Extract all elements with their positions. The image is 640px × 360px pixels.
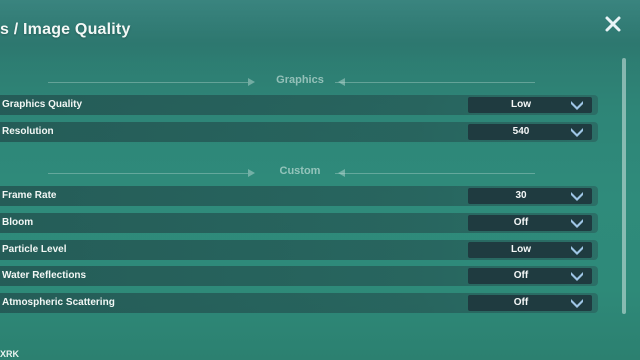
chevron-down-icon [571,192,583,201]
select-value: Low [511,99,531,110]
water-reflections-select[interactable]: Off [468,268,592,284]
select-value: Off [513,217,529,228]
resolution-select[interactable]: 540 [468,124,592,140]
setting-row-bloom: Bloom Off [0,213,598,233]
section-header-custom: Custom [40,165,560,181]
divider-line [335,173,535,174]
select-value: 540 [512,126,530,137]
select-value: Off [513,270,529,281]
bloom-select[interactable]: Off [468,215,592,231]
graphics-quality-select[interactable]: Low [468,97,592,113]
setting-label: Particle Level [2,244,67,255]
setting-label: Water Reflections [2,270,87,281]
chevron-down-icon [571,299,583,308]
scrollbar[interactable] [622,58,626,314]
chevron-down-icon [571,101,583,110]
setting-label: Atmospheric Scattering [2,297,115,308]
chevron-down-icon [571,219,583,228]
select-value: Low [511,244,531,255]
setting-row-resolution: Resolution 540 [0,122,598,142]
divider-line [335,82,535,83]
setting-label: Resolution [2,126,54,137]
section-header-graphics: Graphics [40,74,560,90]
section-label-custom: Custom [279,165,321,177]
setting-row-particle-level: Particle Level Low [0,240,598,260]
select-value: Off [513,297,529,308]
setting-row-frame-rate: Frame Rate 30 [0,186,598,206]
setting-label: Graphics Quality [2,99,83,110]
setting-row-graphics-quality: Graphics Quality Low [0,95,598,115]
section-label-graphics: Graphics [276,74,324,86]
select-value: 30 [515,190,527,201]
page-title: s / Image Quality [0,21,131,38]
chevron-down-icon [571,128,583,137]
atmospheric-scattering-select[interactable]: Off [468,295,592,311]
chevron-down-icon [571,272,583,281]
setting-label: Bloom [2,217,34,228]
close-button[interactable] [603,14,623,34]
footer-text: XRK [0,349,20,359]
particle-level-select[interactable]: Low [468,242,592,258]
setting-row-atmospheric-scattering: Atmospheric Scattering Off [0,293,598,313]
chevron-down-icon [571,246,583,255]
frame-rate-select[interactable]: 30 [468,188,592,204]
setting-row-water-reflections: Water Reflections Off [0,266,598,286]
close-icon [605,16,621,32]
setting-label: Frame Rate [2,190,57,201]
